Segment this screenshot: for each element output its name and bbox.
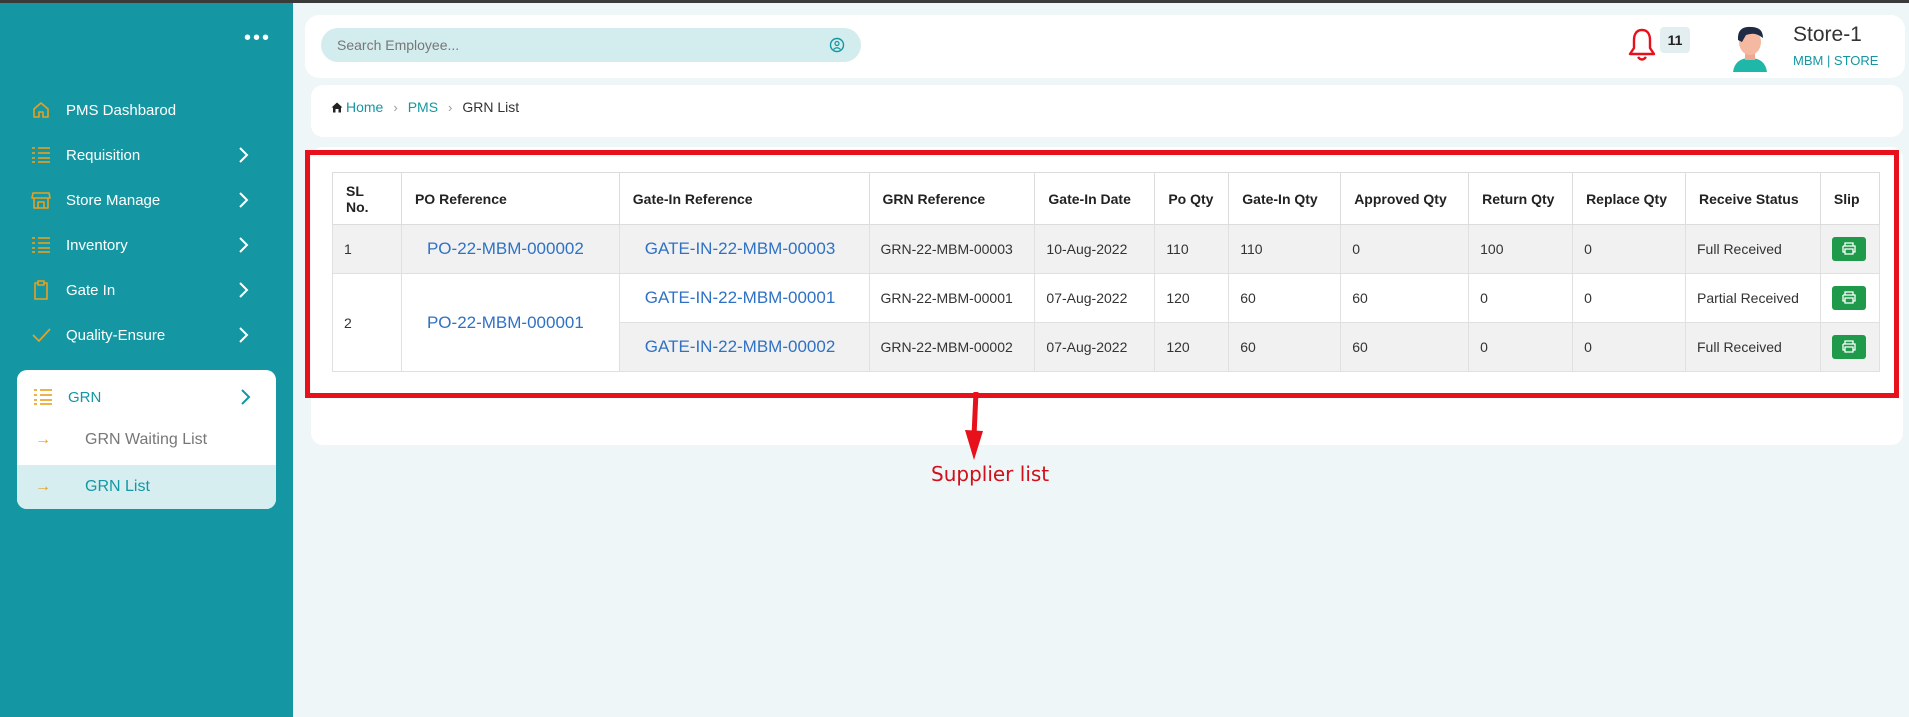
sidebar: ••• PMS Dashbarod Requisition Store Mana… xyxy=(0,3,293,717)
sidebar-item-gate-in[interactable]: Gate In xyxy=(30,273,262,307)
avatar[interactable] xyxy=(1727,22,1773,72)
chevron-right-icon: › xyxy=(448,99,453,115)
arrow-right-icon: → xyxy=(35,431,51,448)
breadcrumb-card: Home › PMS › GRN List xyxy=(311,85,1903,137)
chevron-right-icon xyxy=(239,327,249,343)
bell-icon[interactable] xyxy=(1627,27,1657,63)
sidebar-item-label: PMS Dashbarod xyxy=(66,101,177,119)
sidebar-item-label: GRN xyxy=(68,388,102,406)
sidebar-item-pms-dashboard[interactable]: PMS Dashbarod xyxy=(30,93,262,127)
breadcrumb-pms-link[interactable]: PMS xyxy=(408,99,438,115)
home-icon xyxy=(331,102,343,112)
breadcrumb: Home › PMS › GRN List xyxy=(331,99,519,115)
search-bar xyxy=(321,28,861,62)
sidebar-subitem-label: GRN Waiting List xyxy=(85,431,208,448)
breadcrumb-current: GRN List xyxy=(462,99,520,115)
chevron-right-icon xyxy=(239,192,249,208)
search-icon[interactable] xyxy=(829,37,845,53)
sidebar-item-inventory[interactable]: Inventory xyxy=(30,228,262,262)
list-icon xyxy=(30,234,52,256)
chevron-right-icon xyxy=(241,389,251,405)
sidebar-subitem-grn-list[interactable]: → GRN List xyxy=(17,465,276,509)
check-icon xyxy=(30,324,52,346)
annotation-highlight-box xyxy=(305,150,1899,398)
annotation-label: Supplier list xyxy=(931,462,1050,486)
search-input[interactable] xyxy=(337,37,829,53)
sidebar-item-store-manage[interactable]: Store Manage xyxy=(30,183,262,217)
sidebar-item-grn[interactable]: GRN xyxy=(32,380,264,414)
notification-count-badge[interactable]: 11 xyxy=(1660,27,1690,53)
sidebar-subitem-label: GRN List xyxy=(85,478,150,495)
sidebar-item-label: Store Manage xyxy=(66,191,161,209)
home-icon xyxy=(30,99,52,121)
chevron-right-icon: › xyxy=(393,99,398,115)
sidebar-item-quality-ensure[interactable]: Quality-Ensure xyxy=(30,318,262,352)
chevron-right-icon xyxy=(239,282,249,298)
list-icon xyxy=(30,144,52,166)
sidebar-item-requisition[interactable]: Requisition xyxy=(30,138,262,172)
list-icon xyxy=(32,386,54,408)
user-name: Store-1 xyxy=(1793,23,1862,46)
clipboard-icon xyxy=(30,279,52,301)
arrow-right-icon: → xyxy=(35,478,51,495)
menu-dots-icon[interactable]: ••• xyxy=(244,28,271,48)
chevron-right-icon xyxy=(239,147,249,163)
sidebar-item-label: Requisition xyxy=(66,146,141,164)
breadcrumb-home-link[interactable]: Home xyxy=(346,99,383,115)
sidebar-item-label: Gate In xyxy=(66,281,116,299)
annotation-arrow-icon xyxy=(965,392,983,460)
grn-submenu-panel: GRN → GRN Waiting List → GRN List xyxy=(17,370,276,509)
sidebar-item-label: Quality-Ensure xyxy=(66,326,166,344)
chevron-right-icon xyxy=(239,237,249,253)
sidebar-item-label: Inventory xyxy=(66,236,128,254)
user-store-label: MBM | STORE xyxy=(1793,53,1879,68)
sidebar-subitem-grn-waiting-list[interactable]: → GRN Waiting List xyxy=(17,418,276,462)
store-icon xyxy=(30,189,52,211)
top-header: 11 Store-1 MBM | STORE xyxy=(305,15,1905,78)
